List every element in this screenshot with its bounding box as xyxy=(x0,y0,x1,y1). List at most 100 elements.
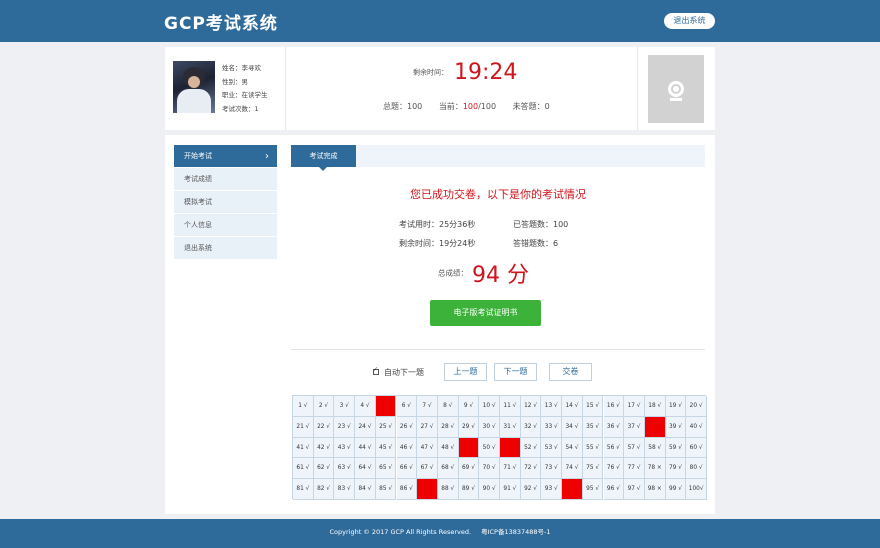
question-cell[interactable]: 90 √ xyxy=(479,479,500,500)
question-cell[interactable]: 84 √ xyxy=(355,479,376,500)
question-cell[interactable]: 64 √ xyxy=(355,458,376,480)
question-cell[interactable]: 12 √ xyxy=(520,396,542,417)
question-cell[interactable]: 57 √ xyxy=(624,437,645,459)
question-cell[interactable]: 14 √ xyxy=(562,396,583,417)
question-cell[interactable]: 70 √ xyxy=(479,458,500,480)
question-cell[interactable]: 73 √ xyxy=(541,458,563,480)
question-cell[interactable]: 5 √ xyxy=(375,396,397,417)
prev-button[interactable]: 上一题 xyxy=(444,363,487,381)
question-cell[interactable]: 22 √ xyxy=(313,416,335,438)
question-cell[interactable]: 98 × xyxy=(644,479,666,500)
question-cell[interactable]: 17 √ xyxy=(624,396,645,417)
checkbox-icon[interactable] xyxy=(373,366,379,375)
question-cell[interactable]: 97 √ xyxy=(624,479,645,500)
question-cell[interactable]: 40 √ xyxy=(686,416,707,438)
question-cell[interactable]: 51 √ xyxy=(500,437,521,459)
question-cell[interactable]: 78 × xyxy=(644,458,666,480)
question-cell[interactable]: 71 √ xyxy=(500,458,521,480)
question-cell[interactable]: 66 √ xyxy=(396,458,418,480)
question-cell[interactable]: 100√ xyxy=(686,479,707,500)
question-cell[interactable]: 46 √ xyxy=(396,437,418,459)
sidebar-item-mock-exam[interactable]: 模拟考试 xyxy=(174,191,277,214)
question-cell[interactable]: 15 √ xyxy=(582,396,604,417)
question-cell[interactable]: 63 √ xyxy=(334,458,356,480)
question-cell[interactable]: 50 √ xyxy=(479,437,500,459)
question-cell[interactable]: 88 √ xyxy=(437,479,459,500)
question-cell[interactable]: 75 √ xyxy=(582,458,604,480)
question-cell[interactable]: 59 √ xyxy=(665,437,687,459)
question-cell[interactable]: 80 √ xyxy=(686,458,707,480)
question-cell[interactable]: 31 √ xyxy=(500,416,521,438)
question-cell[interactable]: 95 √ xyxy=(582,479,604,500)
question-cell[interactable]: 56 √ xyxy=(603,437,625,459)
sidebar-item-start-exam[interactable]: 开始考试 › xyxy=(174,145,277,168)
question-cell[interactable]: 34 √ xyxy=(562,416,583,438)
sidebar-item-exam-results[interactable]: 考试成绩 xyxy=(174,168,277,191)
question-cell[interactable]: 30 √ xyxy=(479,416,500,438)
certificate-button[interactable]: 电子版考试证明书 xyxy=(430,300,541,326)
question-cell[interactable]: 11 √ xyxy=(500,396,521,417)
question-cell[interactable]: 65 √ xyxy=(375,458,397,480)
question-cell[interactable]: 54 √ xyxy=(562,437,583,459)
question-cell[interactable]: 92 √ xyxy=(520,479,542,500)
question-cell[interactable]: 85 √ xyxy=(375,479,397,500)
question-cell[interactable]: 36 √ xyxy=(603,416,625,438)
question-cell[interactable]: 24 √ xyxy=(355,416,376,438)
question-cell[interactable]: 9 √ xyxy=(458,396,480,417)
question-cell[interactable]: 79 √ xyxy=(665,458,687,480)
question-cell[interactable]: 20 √ xyxy=(686,396,707,417)
question-cell[interactable]: 8 √ xyxy=(437,396,459,417)
question-cell[interactable]: 96 √ xyxy=(603,479,625,500)
question-cell[interactable]: 69 √ xyxy=(458,458,480,480)
sidebar-item-profile[interactable]: 个人信息 xyxy=(174,214,277,237)
question-cell[interactable]: 26 √ xyxy=(396,416,418,438)
question-cell[interactable]: 58 √ xyxy=(644,437,666,459)
question-cell[interactable]: 62 √ xyxy=(313,458,335,480)
question-cell[interactable]: 91 √ xyxy=(500,479,521,500)
question-cell[interactable]: 72 √ xyxy=(520,458,542,480)
question-cell[interactable]: 3 √ xyxy=(334,396,356,417)
question-cell[interactable]: 45 √ xyxy=(375,437,397,459)
question-cell[interactable]: 18 √ xyxy=(644,396,666,417)
question-cell[interactable]: 60 √ xyxy=(686,437,707,459)
question-cell[interactable]: 67 √ xyxy=(417,458,438,480)
question-cell[interactable]: 37 √ xyxy=(624,416,645,438)
question-cell[interactable]: 38 √ xyxy=(644,416,666,438)
question-cell[interactable]: 23 √ xyxy=(334,416,356,438)
tab-exam-complete[interactable]: 考试完成 xyxy=(291,145,356,167)
question-cell[interactable]: 44 √ xyxy=(355,437,376,459)
question-cell[interactable]: 32 √ xyxy=(520,416,542,438)
question-cell[interactable]: 7 √ xyxy=(417,396,438,417)
question-cell[interactable]: 10 √ xyxy=(479,396,500,417)
question-cell[interactable]: 81 √ xyxy=(293,479,314,500)
question-cell[interactable]: 74 √ xyxy=(562,458,583,480)
next-button[interactable]: 下一题 xyxy=(494,363,537,381)
question-cell[interactable]: 94 √ xyxy=(562,479,583,500)
question-cell[interactable]: 48 √ xyxy=(437,437,459,459)
question-cell[interactable]: 77 √ xyxy=(624,458,645,480)
question-cell[interactable]: 83 √ xyxy=(334,479,356,500)
question-cell[interactable]: 6 √ xyxy=(396,396,418,417)
question-cell[interactable]: 53 √ xyxy=(541,437,563,459)
question-cell[interactable]: 1 √ xyxy=(293,396,314,417)
question-cell[interactable]: 43 √ xyxy=(334,437,356,459)
question-cell[interactable]: 76 √ xyxy=(603,458,625,480)
question-cell[interactable]: 33 √ xyxy=(541,416,563,438)
question-cell[interactable]: 55 √ xyxy=(582,437,604,459)
question-cell[interactable]: 42 √ xyxy=(313,437,335,459)
question-cell[interactable]: 25 √ xyxy=(375,416,397,438)
question-cell[interactable]: 82 √ xyxy=(313,479,335,500)
question-cell[interactable]: 41 √ xyxy=(293,437,314,459)
question-cell[interactable]: 27 √ xyxy=(417,416,438,438)
question-cell[interactable]: 61 √ xyxy=(293,458,314,480)
question-cell[interactable]: 86 √ xyxy=(396,479,418,500)
question-cell[interactable]: 35 √ xyxy=(582,416,604,438)
question-cell[interactable]: 52 √ xyxy=(520,437,542,459)
question-cell[interactable]: 68 √ xyxy=(437,458,459,480)
auto-next-toggle[interactable]: 自动下一题 xyxy=(373,366,424,378)
question-cell[interactable]: 28 √ xyxy=(437,416,459,438)
question-cell[interactable]: 2 √ xyxy=(313,396,335,417)
question-cell[interactable]: 99 √ xyxy=(665,479,687,500)
sidebar-item-logout[interactable]: 退出系统 xyxy=(174,237,277,260)
question-cell[interactable]: 93 √ xyxy=(541,479,563,500)
